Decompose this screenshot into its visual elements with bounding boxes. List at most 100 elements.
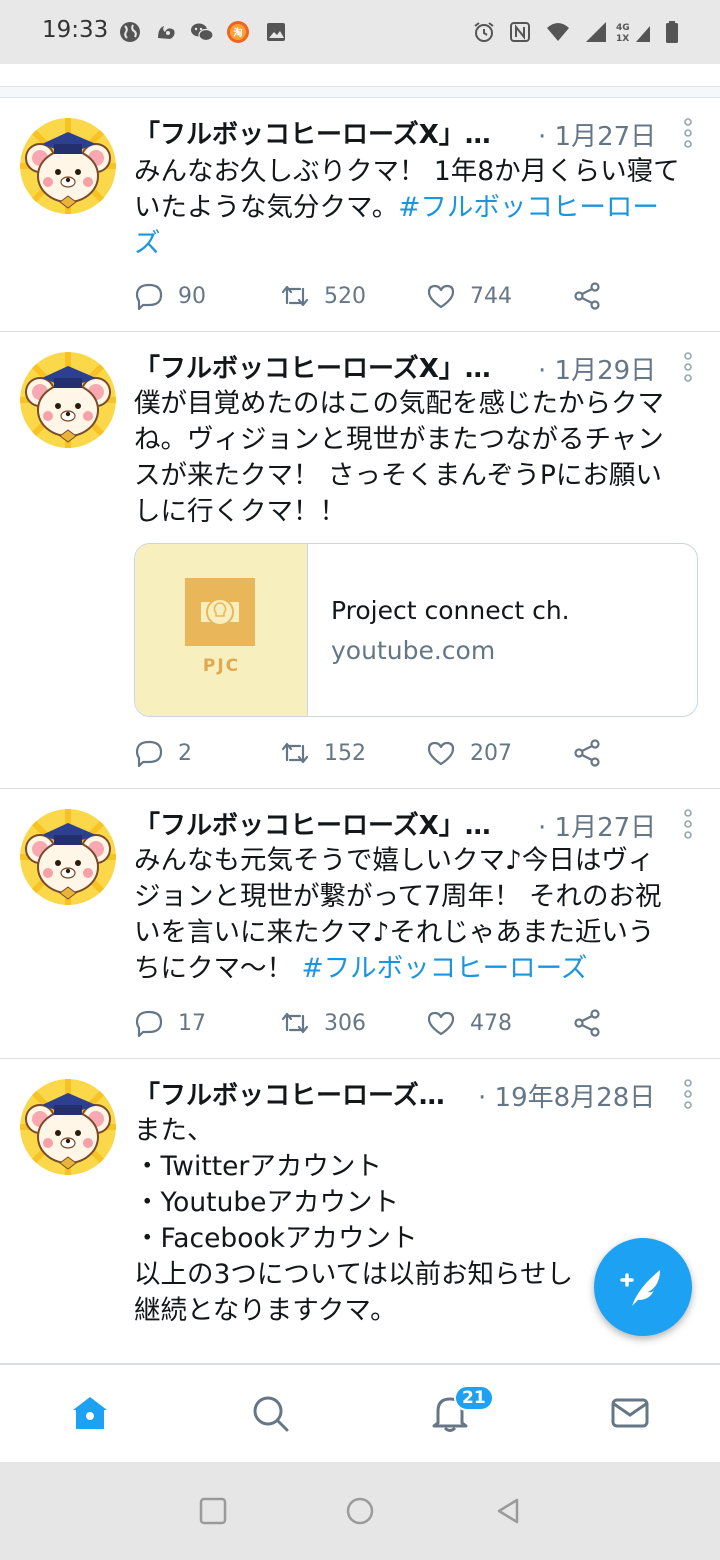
timeline-feed[interactable]: 「フルボッコヒーローズX」… · 1月27日 みんなお久しぶりクマ！ 1年8か月… (0, 64, 720, 1364)
retweet-icon (280, 1008, 310, 1038)
tweet-text-line: スが来たクマ！ さっそくまんぞうPにお願い (134, 458, 700, 494)
messages-tab[interactable] (610, 1393, 650, 1433)
tweet-date[interactable]: · 1月27日 (538, 116, 656, 153)
tweet-author-name[interactable]: 「フルボッコヒーローズ… (134, 1075, 445, 1112)
tweet[interactable]: 「フルボッコヒーローズX」… · 1月29日 僕が目覚めたのはこの気配を感じたか… (0, 332, 720, 789)
tweet-text-line: ・Youtubeアカウント (134, 1185, 700, 1221)
share-icon (572, 738, 602, 768)
share-button[interactable] (572, 278, 602, 314)
hashtag-link[interactable]: #フルボッコヒーロー (398, 192, 659, 223)
tweet-text-segment: ・Twitterアカウント (134, 1151, 382, 1182)
retweet-button[interactable]: 152 (280, 735, 366, 771)
more-options-icon[interactable] (684, 1079, 692, 1109)
battery-icon (660, 20, 684, 44)
retweet-count: 520 (324, 283, 366, 309)
reply-button[interactable]: 90 (134, 278, 206, 314)
svg-text:1X: 1X (616, 34, 629, 44)
back-icon (497, 1498, 519, 1524)
network-type-indicator: 4G 1X (614, 20, 654, 44)
lightbulb-logo-icon (185, 578, 255, 646)
tweet-author-name[interactable]: 「フルボッコヒーローズX」… (134, 348, 491, 385)
recents-button[interactable] (198, 1496, 228, 1526)
tweet-text-line: みんなも元気そうで嬉しいクマ♪今日はヴィ (134, 843, 700, 879)
link-card[interactable]: PJC Project connect ch. youtube.com (134, 543, 698, 717)
compose-tweet-button[interactable] (594, 1238, 692, 1336)
tweet-text: みんなも元気そうで嬉しいクマ♪今日はヴィ ジョンと現世が繋がって7周年！ それのお… (134, 843, 700, 987)
tweet-text-line: いを言いに来たクマ♪それじゃあまた近いう (134, 915, 700, 951)
home-tab[interactable] (70, 1393, 110, 1433)
svg-text:4G: 4G (616, 23, 630, 33)
like-count: 478 (470, 1010, 512, 1036)
retweet-button[interactable]: 306 (280, 1005, 366, 1041)
tweet-text-segment: みんなも元気そうで嬉しいクマ♪今日はヴィ (134, 845, 655, 876)
notification-badge: 21 (454, 1385, 494, 1411)
home-button[interactable] (345, 1496, 375, 1526)
avatar[interactable] (20, 809, 116, 905)
reply-icon (134, 1008, 164, 1038)
reply-button[interactable]: 17 (134, 1005, 206, 1041)
avatar[interactable] (20, 1079, 116, 1175)
tweet-text-line: みんなお久しぶりクマ！ 1年8か月くらい寝て (134, 154, 700, 190)
tweet-text-segment: 僕が目覚めたのはこの気配を感じたからクマ (134, 388, 664, 419)
messages-icon (611, 1398, 649, 1428)
share-button[interactable] (572, 735, 602, 771)
hashtag-link[interactable]: #フルボッコヒーローズ (301, 953, 587, 984)
tweet-header: 「フルボッコヒーローズX」… · 1月29日 (134, 348, 704, 388)
tweet-text-line: ジョンと現世が繋がって7周年！ それのお祝 (134, 879, 700, 915)
share-icon (572, 1008, 602, 1038)
taobao-icon: 淘 (226, 20, 250, 44)
link-card-thumbnail: PJC (135, 544, 308, 716)
like-count: 744 (470, 283, 512, 309)
wifi-icon (546, 20, 570, 44)
like-icon (426, 1008, 456, 1038)
tweet-text-line: また、 (134, 1113, 700, 1149)
tweet-date[interactable]: · 1月27日 (538, 807, 656, 844)
avatar[interactable] (20, 352, 116, 448)
more-options-icon[interactable] (684, 352, 692, 382)
tweet-text-segment: スが来たクマ！ さっそくまんぞうPにお願い (134, 460, 662, 491)
avatar[interactable] (20, 118, 116, 214)
reply-count: 90 (178, 283, 206, 309)
retweet-button[interactable]: 520 (280, 278, 366, 314)
signal-icon (584, 20, 608, 44)
reply-icon (134, 281, 164, 311)
more-options-icon[interactable] (684, 809, 692, 839)
tweet-header: 「フルボッコヒーローズX」… · 1月27日 (134, 805, 704, 845)
tweet[interactable]: 「フルボッコヒーローズX」… · 1月27日 みんなお久しぶりクマ！ 1年8か月… (0, 98, 720, 332)
retweet-count: 152 (324, 740, 366, 766)
timeline-divider (0, 86, 720, 98)
like-count: 207 (470, 740, 512, 766)
tweet-date[interactable]: · 19年8月28日 (478, 1077, 655, 1114)
tweet-text-segment: みんなお久しぶりクマ！ 1年8か月くらい寝て (134, 156, 680, 187)
tweet[interactable]: 「フルボッコヒーローズX」… · 1月27日 みんなも元気そうで嬉しいクマ♪今日… (0, 789, 720, 1059)
hashtag-link[interactable]: ズ (134, 228, 161, 259)
tweet-text-line: ズ (134, 226, 700, 262)
link-card-thumbnail-label: PJC (202, 656, 241, 676)
share-button[interactable] (572, 1005, 602, 1041)
tweet-author-name[interactable]: 「フルボッコヒーローズX」… (134, 114, 491, 151)
tweet-header: 「フルボッコヒーローズX」… · 1月27日 (134, 114, 704, 154)
more-options-icon[interactable] (684, 118, 692, 148)
like-button[interactable]: 744 (426, 278, 512, 314)
uc-browser-icon (154, 20, 178, 44)
tweet-date[interactable]: · 1月29日 (538, 350, 656, 387)
tweet-text-segment: しに行くクマ！！ (134, 496, 346, 527)
compose-tweet-icon (620, 1270, 660, 1306)
status-time: 19:33 (42, 17, 109, 43)
reply-button[interactable]: 2 (134, 735, 192, 771)
back-button[interactable] (493, 1496, 523, 1526)
tweet-text-segment: ・Facebookアカウント (134, 1223, 418, 1254)
tweet-text-segment: また、 (134, 1115, 214, 1146)
tweet-text: みんなお久しぶりクマ！ 1年8か月くらい寝て いたような気分クマ。#フルボッコヒー… (134, 154, 700, 262)
alarm-icon (472, 20, 496, 44)
search-tab[interactable] (250, 1393, 290, 1433)
tweet-author-name[interactable]: 「フルボッコヒーローズX」… (134, 805, 491, 842)
retweet-count: 306 (324, 1010, 366, 1036)
tweet-actions: 2 152 207 (134, 735, 614, 771)
like-button[interactable]: 478 (426, 1005, 512, 1041)
tweet-text-line: ちにクマ～！ #フルボッコヒーローズ (134, 951, 700, 987)
svg-text:淘: 淘 (233, 27, 242, 39)
like-icon (426, 281, 456, 311)
retweet-icon (280, 738, 310, 768)
like-button[interactable]: 207 (426, 735, 512, 771)
